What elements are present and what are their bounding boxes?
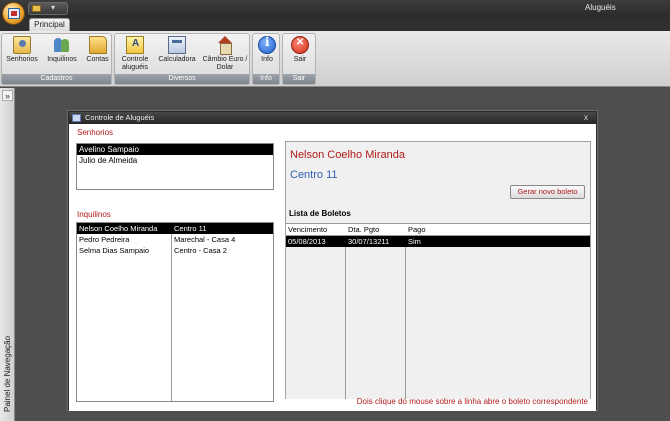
selected-property: Centro 11 (290, 169, 338, 181)
calculadora-label: Calculadora (158, 56, 196, 63)
form-icon (72, 114, 81, 122)
grid-header: Vencimento Dta. Pgto Pago (286, 224, 590, 236)
save-icon[interactable] (32, 5, 41, 12)
inquilino-nome: Selma Dias Sampaio (79, 246, 150, 255)
inquilino-nome: Nelson Coelho Miranda (79, 224, 158, 233)
hint-text: Dois clique do mouse sobre a linha abre … (356, 397, 588, 406)
group-sair: Sair Sair (282, 33, 316, 85)
group-label-info: Info (253, 74, 279, 84)
group-diversos: Controle aluguéis Calculadora Câmbio Eur… (114, 33, 250, 85)
group-label-diversos: Diversos (115, 74, 249, 84)
controle-alugueis-label: Controle aluguéis (121, 56, 149, 71)
exit-icon (291, 36, 309, 54)
info-button[interactable]: Info (254, 36, 280, 64)
calculator-icon (168, 36, 186, 54)
column-header-pago[interactable]: Pago (406, 224, 426, 236)
boleto-vencimento: 05/08/2013 (288, 237, 326, 246)
column-header-dta-pgto[interactable]: Dta. Pgto (346, 224, 379, 236)
qat-dropdown-icon[interactable]: ▾ (51, 3, 55, 12)
title-bar: ▾ Aluguéis (0, 0, 670, 17)
navigation-pane-label: Painel de Navegação (3, 335, 12, 412)
info-icon (258, 36, 276, 54)
cambio-button[interactable]: Câmbio Euro / Dolar (201, 36, 249, 72)
form-title-bar: Controle de Aluguéis x (69, 112, 596, 124)
cambio-label: Câmbio Euro / Dolar (202, 56, 248, 71)
column-divider (345, 224, 346, 399)
contas-button-label: Contas (86, 56, 109, 63)
detail-panel: Nelson Coelho Miranda Centro 11 Gerar no… (285, 141, 591, 399)
group-label-sair: Sair (283, 74, 315, 84)
senhorios-label: Senhorios (77, 128, 114, 137)
calculadora-button[interactable]: Calculadora (155, 36, 199, 64)
office-button[interactable] (2, 2, 25, 25)
senhorios-button[interactable]: Senhorios (4, 36, 40, 64)
ribbon: Senhorios Inquilinos Contas Cadastros Co… (0, 31, 670, 87)
boletos-grid[interactable]: Vencimento Dta. Pgto Pago 05/08/2013 30/… (286, 223, 590, 399)
inquilino-imovel: Marechal - Casa 4 (174, 235, 236, 244)
inquilino-imovel: Centro 11 (174, 224, 207, 233)
boleto-pago: Sim (408, 237, 421, 246)
boleto-dta-pgto: 30/07/13211 (348, 237, 390, 246)
inquilino-imovel: Centro - Casa 2 (174, 246, 227, 255)
lista-boletos-label: Lista de Boletos (289, 209, 351, 218)
rent-control-icon (126, 36, 144, 54)
gerar-novo-boleto-button[interactable]: Gerar novo boleto (510, 185, 585, 199)
group-cadastros: Senhorios Inquilinos Contas Cadastros (1, 33, 112, 85)
table-row[interactable]: Nelson Coelho Miranda Centro 11 (77, 223, 273, 234)
table-row[interactable]: Pedro Pedreira Marechal - Casa 4 (77, 234, 273, 245)
house-icon (216, 36, 234, 55)
inquilinos-listbox[interactable]: Nelson Coelho Miranda Centro 11 Pedro Pe… (76, 222, 274, 402)
controle-alugueis-form: Controle de Aluguéis x Senhorios Avelino… (68, 111, 597, 411)
sair-button[interactable]: Sair (286, 36, 314, 64)
group-label-cadastros: Cadastros (2, 74, 111, 84)
table-row[interactable]: 05/08/2013 30/07/13211 Sim (286, 236, 590, 247)
controle-alugueis-button[interactable]: Controle aluguéis (117, 36, 153, 72)
column-header-vencimento[interactable]: Vencimento (286, 224, 327, 236)
inquilinos-button-label: Inquilinos (47, 56, 77, 63)
list-item[interactable]: Avelino Sampaio (77, 144, 273, 155)
inquilinos-button[interactable]: Inquilinos (42, 36, 82, 64)
senhorios-button-label: Senhorios (6, 56, 38, 63)
nav-pane-expand-icon[interactable]: » (2, 90, 13, 101)
sair-button-label: Sair (293, 56, 307, 63)
senhorios-listbox[interactable]: Avelino Sampaio Julio de Almeida (76, 143, 274, 190)
tab-principal[interactable]: Principal (29, 18, 70, 31)
info-button-label: Info (261, 56, 273, 63)
inquilino-nome: Pedro Pedreira (79, 235, 130, 244)
ribbon-tab-row: Principal (0, 17, 670, 31)
window-title: Aluguéis (585, 3, 616, 12)
quick-access-toolbar[interactable]: ▾ (28, 2, 68, 15)
folder-icon (88, 36, 107, 54)
group-info: Info Info (252, 33, 280, 85)
landlord-icon (13, 36, 31, 54)
form-close-button[interactable]: x (584, 112, 588, 124)
column-divider (405, 224, 406, 399)
office-logo-icon (8, 8, 20, 19)
contas-button[interactable]: Contas (84, 36, 111, 64)
selected-tenant-name: Nelson Coelho Miranda (290, 149, 405, 161)
inquilinos-label: Inquilinos (77, 210, 111, 219)
tenants-icon (53, 36, 71, 54)
form-body: Senhorios Avelino Sampaio Julio de Almei… (69, 124, 596, 411)
table-row[interactable]: Selma Dias Sampaio Centro - Casa 2 (77, 245, 273, 256)
form-title: Controle de Aluguéis (85, 113, 155, 122)
list-item[interactable]: Julio de Almeida (77, 155, 273, 166)
